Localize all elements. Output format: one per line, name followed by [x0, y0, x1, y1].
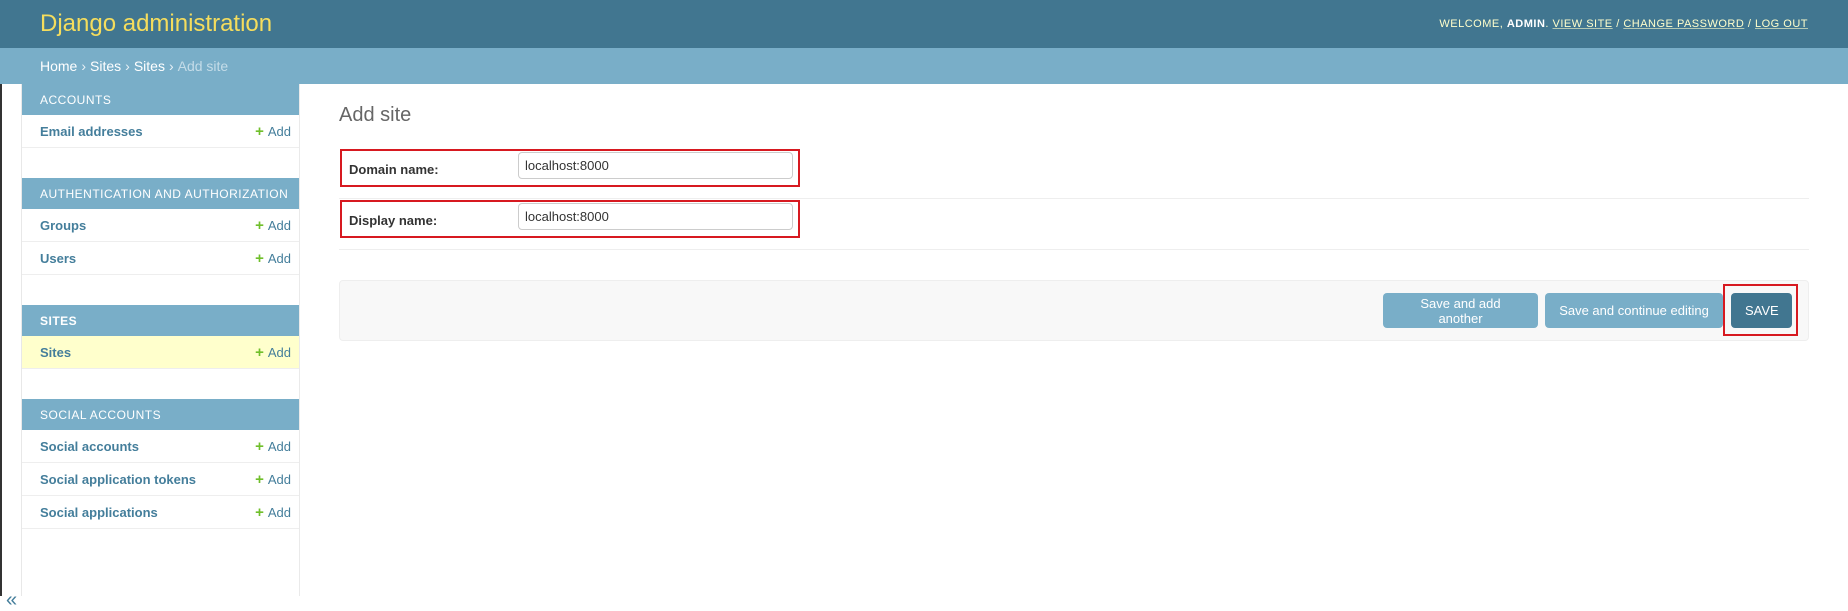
add-link[interactable]: + Add [255, 472, 291, 487]
add-label: Add [267, 438, 291, 454]
sidebar-item-link[interactable]: Social application tokens [40, 472, 196, 487]
add-label: Add [267, 123, 291, 139]
plus-icon: + [255, 343, 264, 361]
page-title: Add site [339, 104, 412, 126]
breadcrumb: Home › Sites › Sites › Add site [0, 48, 1848, 84]
plus-icon: + [255, 503, 264, 521]
username: admin [1506, 18, 1546, 30]
add-link[interactable]: + Add [255, 505, 291, 520]
plus-icon: + [255, 216, 264, 234]
breadcrumb-separator: › [125, 58, 130, 74]
plus-icon: + [255, 249, 264, 267]
display-input[interactable] [518, 203, 793, 230]
add-link[interactable]: + Add [255, 251, 291, 266]
breadcrumb-separator: › [81, 58, 87, 74]
module-auth: Authentication and Authorization Groups … [22, 178, 299, 275]
sidebar-item-sites: Sites + Add [22, 336, 299, 369]
add-link[interactable]: + Add [255, 439, 291, 454]
nav-sidebar: Accounts Email addresses + Add Authentica… [22, 84, 300, 596]
submit-row: Save and add another Save and continue e… [339, 280, 1809, 341]
sidebar-item-link[interactable]: Social accounts [40, 439, 139, 454]
breadcrumb-app[interactable]: Sites [90, 58, 121, 74]
breadcrumb-current: Add site [177, 58, 229, 74]
sidebar-item-social-application-tokens: Social application tokens + Add [22, 463, 299, 496]
sidebar-item-social-accounts: Social accounts + Add [22, 430, 299, 463]
domain-input[interactable] [518, 152, 793, 179]
module-sites: Sites Sites + Add [22, 305, 299, 369]
header: Django administration Welcome, admin. Vi… [0, 0, 1848, 48]
breadcrumb-home[interactable]: Home [40, 58, 77, 74]
add-label: Add [267, 344, 291, 360]
add-label: Add [267, 250, 291, 266]
view-site-link[interactable]: View site [1553, 18, 1613, 30]
add-link[interactable]: + Add [255, 218, 291, 233]
sidebar-item-link[interactable]: Social applications [40, 505, 158, 520]
plus-icon: + [255, 122, 264, 140]
nav-sidebar-toggle-bar[interactable]: « [0, 84, 22, 610]
domain-label: Domain name: [349, 162, 439, 177]
plus-icon: + [255, 437, 264, 455]
sidebar-item-users: Users + Add [22, 242, 299, 275]
add-link[interactable]: + Add [255, 345, 291, 360]
module-caption[interactable]: Authentication and Authorization [22, 178, 299, 209]
sidebar-item-link[interactable]: Users [40, 251, 76, 266]
add-label: Add [267, 471, 291, 487]
log-out-link[interactable]: Log out [1755, 18, 1808, 30]
form-row-domain: Domain name: [339, 148, 1809, 199]
main-content: Add site Domain name: Display name: Save… [339, 84, 1809, 341]
sidebar-item-link[interactable]: Email addresses [40, 124, 143, 139]
add-label: Add [267, 504, 291, 520]
sidebar-item-link[interactable]: Groups [40, 218, 86, 233]
breadcrumb-model[interactable]: Sites [134, 58, 165, 74]
site-brand[interactable]: Django administration [40, 10, 272, 38]
welcome-text: Welcome, [1439, 18, 1507, 30]
module-caption[interactable]: Social Accounts [22, 399, 299, 430]
add-label: Add [267, 217, 291, 233]
module-accounts: Accounts Email addresses + Add [22, 84, 299, 148]
save-and-add-another-button[interactable]: Save and add another [1383, 293, 1538, 328]
add-link[interactable]: + Add [255, 124, 291, 139]
display-label: Display name: [349, 213, 438, 228]
module-social-accounts: Social Accounts Social accounts + Add Soc… [22, 399, 299, 529]
module-caption[interactable]: Accounts [22, 84, 299, 115]
sidebar-item-link[interactable]: Sites [40, 345, 71, 360]
change-password-link[interactable]: Change password [1623, 18, 1744, 30]
collapse-sidebar-icon[interactable]: « [6, 590, 17, 610]
sidebar-item-social-applications: Social applications + Add [22, 496, 299, 529]
save-and-continue-button[interactable]: Save and continue editing [1545, 293, 1723, 328]
module-caption[interactable]: Sites [22, 305, 299, 336]
sidebar-item-email-addresses: Email addresses + Add [22, 115, 299, 148]
plus-icon: + [255, 470, 264, 488]
breadcrumb-separator: › [168, 58, 174, 74]
user-tools: Welcome, admin. View site / Change passw… [1439, 18, 1808, 30]
save-button[interactable]: SAVE [1731, 293, 1792, 328]
sidebar-item-groups: Groups + Add [22, 209, 299, 242]
form-row-display: Display name: [339, 199, 1809, 250]
